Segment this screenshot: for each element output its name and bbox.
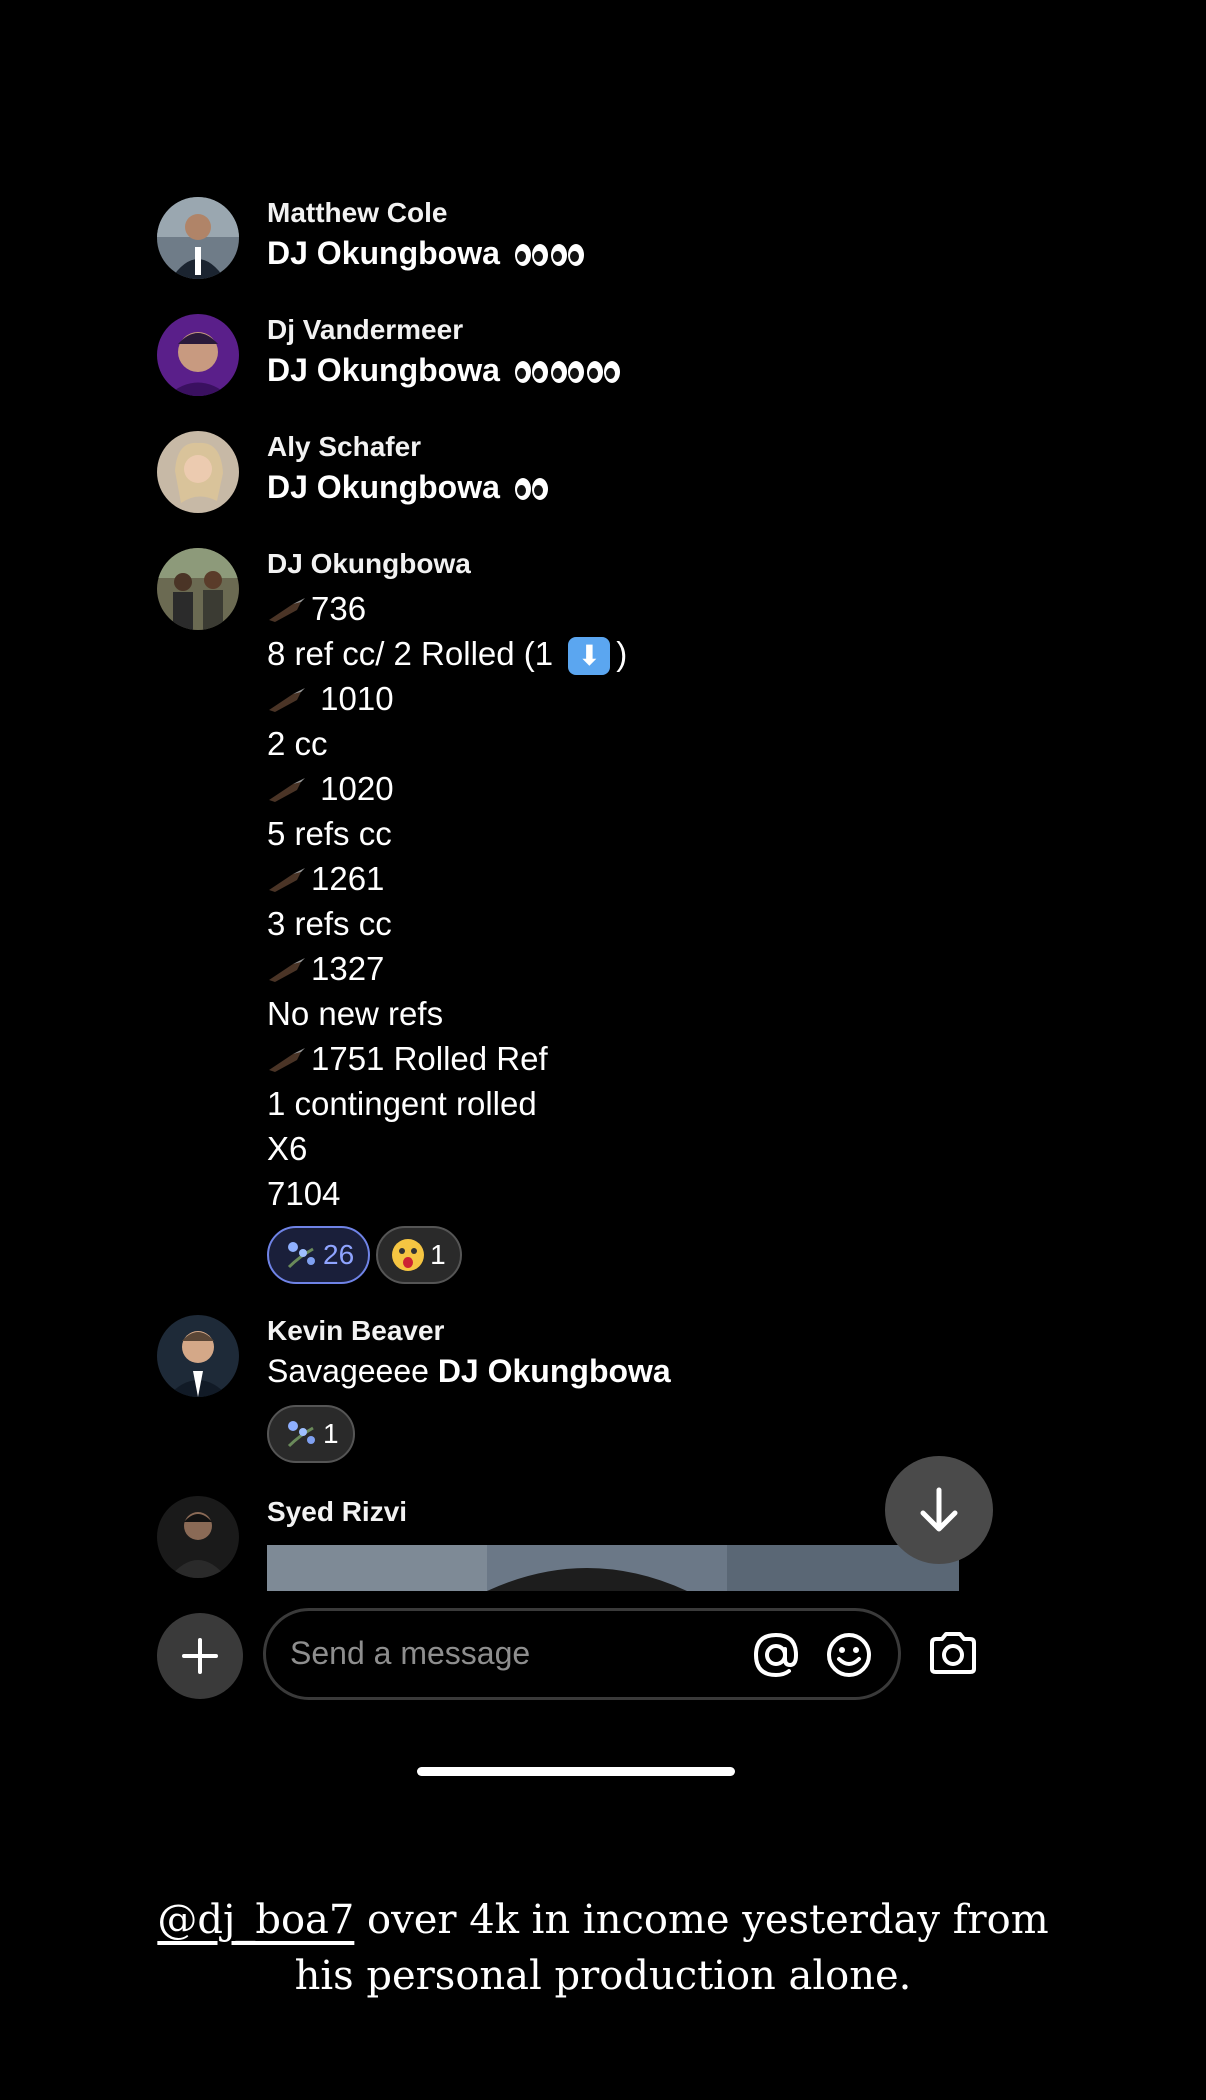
- image-attachment[interactable]: [267, 1545, 959, 1591]
- message-input-placeholder: Send a message: [290, 1635, 531, 1671]
- caption-mention[interactable]: @dj_boa7: [157, 1897, 354, 1943]
- writing-hand-icon: [269, 778, 305, 803]
- sender-name: Kevin Beaver: [267, 1315, 445, 1346]
- eyes-icon: [514, 354, 623, 391]
- mention[interactable]: DJ Okungbowa: [267, 235, 500, 271]
- story-caption: @dj_boa7 over 4k in income yesterday fro…: [157, 1897, 1049, 1999]
- reactions: 1: [267, 1405, 355, 1463]
- message-input[interactable]: Send a message: [263, 1608, 901, 1700]
- reaction-flower[interactable]: 26: [267, 1226, 371, 1284]
- avatar[interactable]: [157, 431, 239, 513]
- astonished-face-emoji-icon: [392, 1239, 425, 1271]
- sender-name: Matthew Cole: [267, 197, 448, 228]
- mention[interactable]: DJ Okungbowa: [267, 469, 500, 505]
- writing-hand-icon: [269, 868, 305, 893]
- arrow-down-icon: [920, 1487, 958, 1532]
- plus-icon: [182, 1638, 218, 1674]
- avatar[interactable]: [157, 548, 239, 630]
- emoji-icon[interactable]: [825, 1631, 873, 1679]
- sender-name: Aly Schafer: [267, 431, 422, 462]
- sender-name: DJ Okungbowa: [267, 548, 471, 579]
- mention[interactable]: DJ Okungbowa: [267, 352, 500, 388]
- camera-icon[interactable]: [928, 1631, 978, 1675]
- writing-hand-icon: [269, 1048, 305, 1073]
- flower-emoji-icon: [287, 1242, 315, 1269]
- writing-hand-icon: [269, 688, 305, 713]
- mention-at-icon[interactable]: [752, 1631, 800, 1679]
- avatar[interactable]: [157, 197, 239, 279]
- writing-hand-icon: [269, 598, 305, 623]
- sender-name: Dj Vandermeer: [267, 314, 464, 345]
- down-arrow-icon: ⬇: [568, 637, 611, 676]
- sender-name: Syed Rizvi: [267, 1496, 408, 1527]
- avatar[interactable]: [157, 314, 239, 396]
- reaction-flower[interactable]: 1: [267, 1405, 355, 1463]
- flower-emoji-icon: [287, 1421, 315, 1448]
- add-attachment-button[interactable]: [157, 1613, 243, 1699]
- scroll-to-bottom-button[interactable]: [885, 1456, 993, 1564]
- message-body: 736 8 ref cc/ 2 Rolled (1 ⬇) 1010 2 cc 1…: [267, 590, 628, 1212]
- eyes-icon: [514, 471, 551, 508]
- reaction-astonished[interactable]: 1: [376, 1226, 462, 1284]
- home-indicator: [417, 1767, 735, 1776]
- reactions: 26 1: [267, 1226, 462, 1284]
- eyes-icon: [514, 237, 587, 274]
- mention[interactable]: DJ Okungbowa: [438, 1353, 671, 1389]
- avatar[interactable]: [157, 1315, 239, 1397]
- writing-hand-icon: [269, 958, 305, 983]
- avatar[interactable]: [157, 1496, 239, 1578]
